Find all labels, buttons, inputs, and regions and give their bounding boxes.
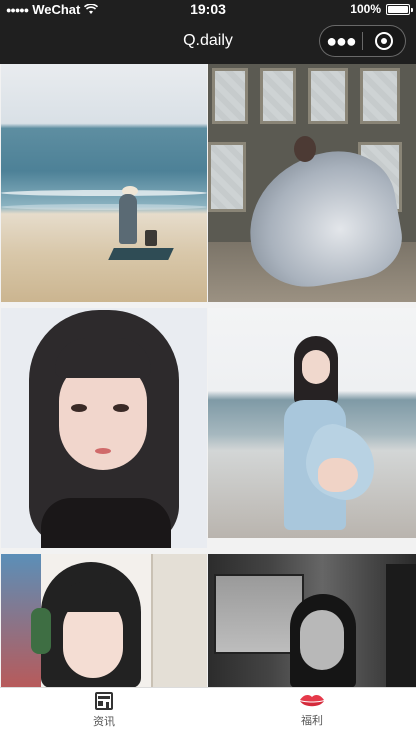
seat-decor xyxy=(386,564,416,687)
wave-decor xyxy=(1,190,207,196)
menu-capsule: ●●● xyxy=(319,25,406,57)
window-pane xyxy=(308,68,348,124)
shelf-decor xyxy=(151,554,207,687)
eye-figure xyxy=(71,404,87,412)
news-icon xyxy=(95,692,113,710)
tab-welfare-label: 福利 xyxy=(301,715,323,727)
window-pane xyxy=(208,142,246,212)
window-pane xyxy=(260,68,296,124)
photo-beach[interactable] xyxy=(1,64,207,302)
window-pane xyxy=(360,68,400,124)
headphone-figure xyxy=(31,608,51,654)
photo-portrait[interactable] xyxy=(1,308,207,548)
photo-sea-pose[interactable] xyxy=(208,308,416,538)
more-dots-icon[interactable]: ●●● xyxy=(320,32,362,50)
photo-window-room[interactable] xyxy=(208,64,416,302)
close-button[interactable] xyxy=(363,32,405,50)
photo-headphones[interactable] xyxy=(1,554,207,687)
battery-fill xyxy=(388,5,408,13)
lips-icon xyxy=(300,695,324,707)
tab-welfare[interactable]: 福利 xyxy=(208,688,416,733)
status-right: 100% xyxy=(350,2,413,16)
tab-news[interactable]: 资讯 xyxy=(0,688,208,733)
head-figure xyxy=(294,136,316,162)
status-bar: ●●●●● WeChat 19:03 100% xyxy=(0,0,416,20)
person-figure xyxy=(119,194,137,244)
bangs-figure xyxy=(59,582,127,612)
lip-figure xyxy=(95,448,111,454)
face-figure xyxy=(300,610,344,670)
hand-figure xyxy=(318,458,358,492)
bag-decor xyxy=(145,230,157,246)
window-pane xyxy=(212,68,248,124)
battery-icon xyxy=(386,3,413,15)
photo-gallery[interactable] xyxy=(0,64,416,687)
clothes-figure xyxy=(41,498,171,548)
eye-figure xyxy=(113,404,129,412)
wave-decor xyxy=(1,204,207,210)
battery-percent: 100% xyxy=(350,2,381,16)
photo-train[interactable] xyxy=(208,554,416,687)
nav-bar: Q.daily ●●● xyxy=(0,20,416,64)
tab-bar: 资讯 福利 xyxy=(0,687,416,733)
mat-decor xyxy=(108,248,174,260)
tab-news-label: 资讯 xyxy=(93,716,115,728)
face-figure xyxy=(302,350,330,384)
close-circle-icon xyxy=(375,32,393,50)
bangs-figure xyxy=(55,338,151,378)
